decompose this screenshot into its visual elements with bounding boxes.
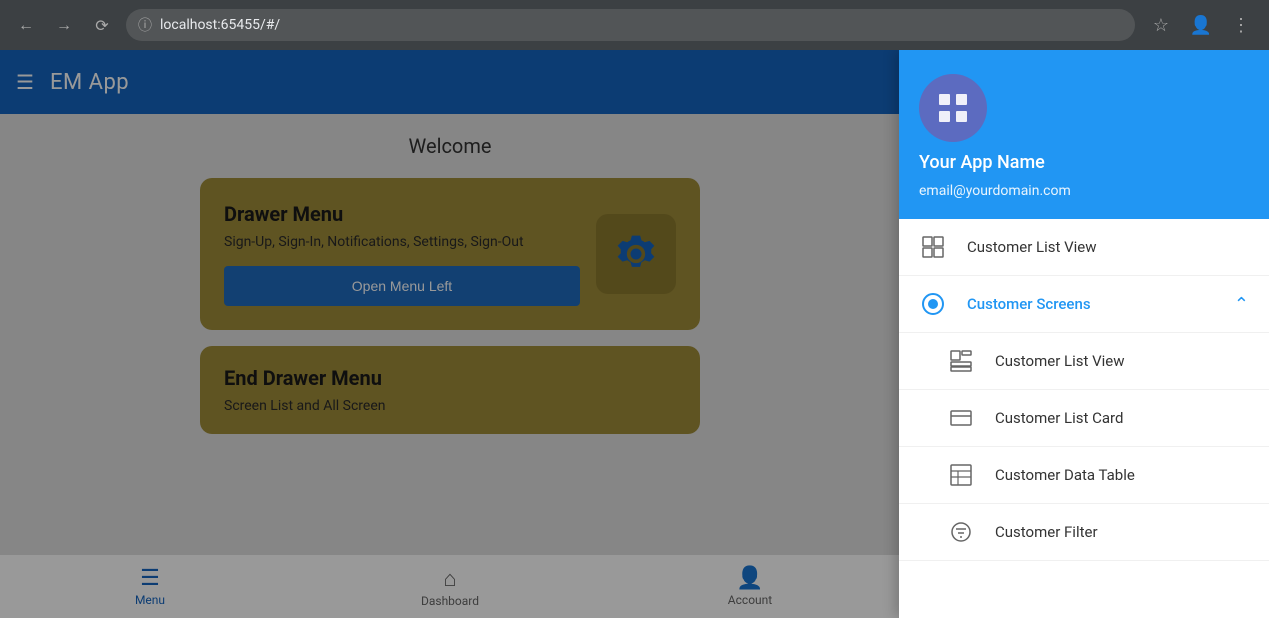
sub-item-label-customer-data-table: Customer Data Table: [995, 466, 1135, 484]
radio-circle-icon: [919, 290, 947, 318]
card-content: Drawer Menu Sign-Up, Sign-In, Notificati…: [224, 202, 580, 306]
sub-item-customer-list-card[interactable]: Customer List Card: [899, 390, 1269, 447]
drawer-menu: Customer List View Customer Screens ⌃ Cu…: [899, 219, 1269, 618]
sub-item-label-customer-list-view: Customer List View: [995, 352, 1125, 370]
gear-icon: [614, 232, 658, 276]
sub-item-label-customer-filter: Customer Filter: [995, 523, 1098, 541]
info-icon: ⓘ: [138, 15, 152, 35]
nav-item-menu[interactable]: ☰ Menu: [0, 558, 300, 615]
table-icon: [919, 233, 947, 261]
card-icon-box: [596, 214, 676, 294]
address-bar[interactable]: ⓘ localhost:65455/#/: [126, 9, 1135, 41]
dashboard-nav-icon: ⌂: [443, 566, 456, 592]
nav-label-account: Account: [728, 593, 772, 607]
menu-nav-icon: ☰: [140, 566, 160, 591]
app-grid-icon: [935, 90, 971, 126]
drawer-panel: Your App Name email@yourdomain.com Custo…: [899, 50, 1269, 618]
browser-chrome: ← → ⟳ ⓘ localhost:65455/#/ ☆ 👤 ⋮: [0, 0, 1269, 50]
drawer-avatar: [919, 74, 987, 142]
drawer-item-customer-screens[interactable]: Customer Screens ⌃: [899, 276, 1269, 333]
drawer-header: Your App Name email@yourdomain.com: [899, 50, 1269, 219]
open-menu-left-button[interactable]: Open Menu Left: [224, 266, 580, 306]
nav-label-menu: Menu: [135, 593, 165, 607]
data-table-icon: [947, 461, 975, 489]
bottom-nav: ☰ Menu ⌂ Dashboard 👤 Account: [0, 554, 900, 618]
nav-item-dashboard[interactable]: ⌂ Dashboard: [300, 558, 600, 616]
forward-button[interactable]: →: [50, 11, 78, 39]
account-nav-icon: 👤: [736, 566, 763, 591]
sub-item-customer-data-table[interactable]: Customer Data Table: [899, 447, 1269, 504]
hamburger-icon[interactable]: ☰: [16, 70, 34, 94]
nav-label-dashboard: Dashboard: [421, 594, 479, 608]
filter-icon: [947, 518, 975, 546]
end-drawer-menu-card: End Drawer Menu Screen List and All Scre…: [200, 346, 700, 434]
end-drawer-card-title: End Drawer Menu: [224, 366, 676, 390]
bookmark-button[interactable]: ☆: [1145, 9, 1177, 41]
main-content: Welcome Drawer Menu Sign-Up, Sign-In, No…: [0, 114, 900, 554]
drawer-email: email@yourdomain.com: [919, 183, 1071, 199]
menu-dots-button[interactable]: ⋮: [1225, 9, 1257, 41]
app-wrapper: ☰ EM App Welcome Drawer Menu Sign-Up, Si…: [0, 50, 1269, 618]
drawer-item-customer-list-view[interactable]: Customer List View: [899, 219, 1269, 276]
drawer-app-name: Your App Name: [919, 152, 1045, 173]
drawer-menu-card: Drawer Menu Sign-Up, Sign-In, Notificati…: [200, 178, 700, 330]
drawer-item-label-customer-screens: Customer Screens: [967, 295, 1214, 313]
end-drawer-card-subtitle: Screen List and All Screen: [224, 398, 676, 414]
app-title: EM App: [50, 70, 129, 95]
list-view-icon: [947, 347, 975, 375]
sub-item-label-customer-list-card: Customer List Card: [995, 409, 1123, 427]
sub-item-customer-filter[interactable]: Customer Filter: [899, 504, 1269, 561]
refresh-button[interactable]: ⟳: [88, 11, 116, 39]
card-icon: [947, 404, 975, 432]
profile-button[interactable]: 👤: [1185, 9, 1217, 41]
drawer-item-label-customer-list-view: Customer List View: [967, 238, 1249, 256]
drawer-menu-card-subtitle: Sign-Up, Sign-In, Notifications, Setting…: [224, 234, 580, 250]
back-button[interactable]: ←: [12, 11, 40, 39]
app-header: ☰ EM App: [0, 50, 900, 114]
drawer-menu-card-title: Drawer Menu: [224, 202, 580, 226]
welcome-title: Welcome: [409, 134, 492, 158]
url-text: localhost:65455/#/: [160, 17, 280, 33]
sub-item-customer-list-view[interactable]: Customer List View: [899, 333, 1269, 390]
nav-item-account[interactable]: 👤 Account: [600, 558, 900, 615]
chevron-up-icon: ⌃: [1234, 294, 1249, 315]
